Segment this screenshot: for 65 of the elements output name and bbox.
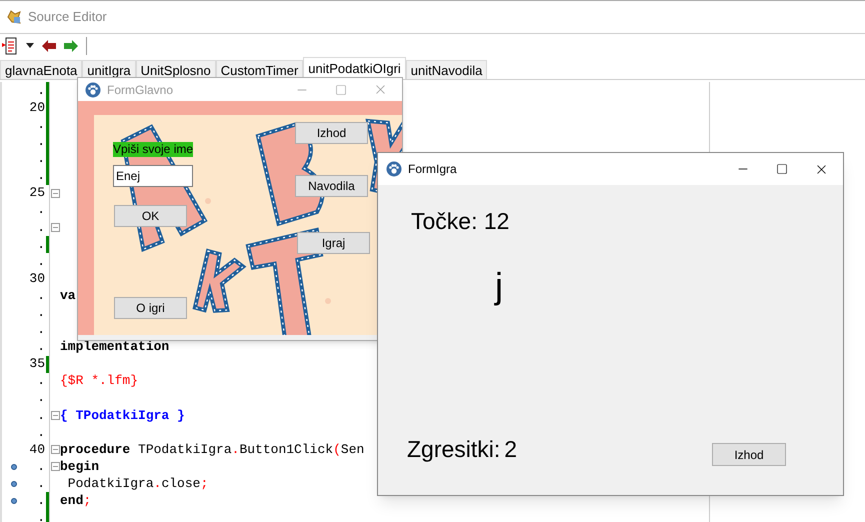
document-list-icon[interactable] [2, 36, 18, 54]
editor-tab[interactable]: glavnaEnota [0, 60, 82, 79]
line-number: . [36, 218, 45, 237]
line-number: . [36, 133, 45, 152]
misses-label: Zgresitki: [407, 435, 500, 464]
ok-button[interactable]: OK [114, 205, 187, 227]
form-button[interactable]: Igraj [297, 232, 370, 254]
form-button[interactable]: O igri [114, 297, 187, 319]
forward-arrow-icon[interactable] [64, 40, 78, 52]
app-icon [6, 9, 22, 25]
window-title: Source Editor [28, 8, 107, 26]
line-number: . [36, 424, 45, 442]
line-number: 40 [28, 440, 45, 459]
code-line: begin [60, 458, 100, 476]
line-number: . [36, 492, 45, 510]
line-number: . [36, 389, 45, 408]
form-button[interactable]: Navodila [295, 175, 368, 197]
line-number: . [36, 252, 45, 271]
line-number: . [36, 150, 45, 168]
code-line: PodatkiIgra.close; [66, 474, 208, 493]
code-line: va [60, 286, 76, 305]
exit-button[interactable]: Izhod [712, 443, 786, 466]
fold-toggle[interactable] [50, 462, 60, 472]
fold-toggle[interactable] [50, 445, 60, 454]
line-number: 20 [28, 98, 45, 117]
line-number: . [36, 116, 45, 134]
fold-toggle[interactable] [50, 410, 60, 420]
line-number: . [36, 372, 45, 390]
back-arrow-icon[interactable] [42, 40, 56, 52]
line-number: 35 [28, 355, 45, 374]
line-number: . [36, 474, 45, 493]
line-number: . [36, 338, 45, 356]
line-number: . [36, 286, 45, 305]
line-number: . [36, 82, 45, 100]
misses-value: 2 [504, 435, 518, 464]
name-field[interactable]: Enej [113, 165, 193, 187]
code-line: procedure TPodatkiIgra.Button1Click(Sen [60, 440, 364, 459]
fold-toggle[interactable] [50, 188, 60, 198]
code-line: end; [60, 492, 92, 510]
name-label: Vpiši svoje ime [113, 142, 194, 157]
editor-tab[interactable]: unitPodatkiOIgri [303, 57, 406, 79]
points-label: Točke: 12 [411, 207, 510, 236]
line-number: 25 [28, 184, 45, 202]
maximize-icon[interactable] [776, 163, 788, 175]
letter-label: j [495, 264, 503, 308]
line-number: . [36, 458, 45, 476]
form-button[interactable]: Izhod [295, 122, 368, 144]
line-number: . [36, 509, 45, 522]
line-number: . [36, 201, 45, 220]
line-number: . [36, 406, 45, 425]
code-line: { TPodatkiIgra } [60, 406, 185, 425]
paw-icon [85, 82, 101, 98]
line-number: . [36, 321, 45, 340]
line-number: . [36, 236, 45, 254]
code-line: implementation [60, 338, 170, 356]
window-title: FormIgra [408, 161, 457, 178]
line-number: 30 [28, 270, 45, 288]
editor-tab[interactable]: unitNavodila [406, 60, 488, 79]
window-title: FormGlavno [107, 82, 174, 98]
paw-icon [386, 161, 402, 177]
caret-icon[interactable] [26, 43, 34, 48]
code-line: {$R *.lfm} [60, 372, 138, 390]
line-number: . [36, 304, 45, 322]
fold-toggle[interactable] [50, 222, 60, 232]
line-number: . [36, 167, 45, 186]
